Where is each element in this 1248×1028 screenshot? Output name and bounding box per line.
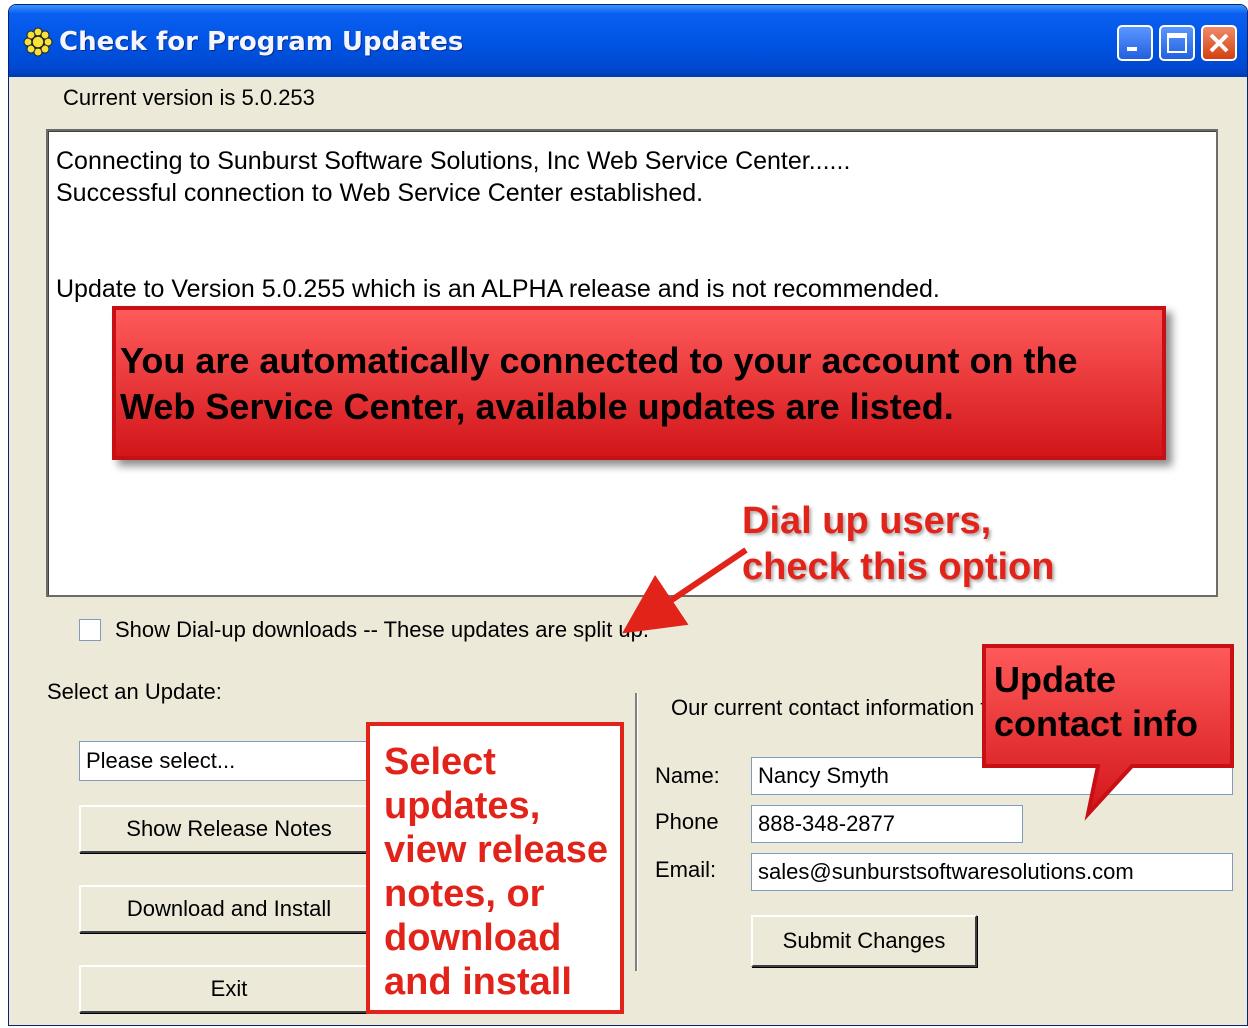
- name-value: Nancy Smyth: [758, 763, 889, 788]
- maximize-button[interactable]: [1159, 25, 1195, 61]
- dialup-checkbox[interactable]: [79, 619, 101, 641]
- update-contact-annotation: Update contact info: [994, 659, 1198, 744]
- log-line: Update to Version 5.0.255 which is an AL…: [56, 275, 940, 303]
- annotation-arrow-icon: [622, 547, 748, 634]
- maximize-icon: [1167, 33, 1187, 53]
- select-updates-callout-text: Select updates, view release notes, or d…: [384, 741, 608, 1003]
- name-label: Name:: [655, 763, 720, 788]
- phone-label: Phone: [655, 809, 719, 834]
- log-line: Successful connection to Web Service Cen…: [56, 179, 704, 207]
- update-select-value: Please select...: [86, 748, 236, 773]
- log-line: Connecting to Sunburst Software Solution…: [56, 147, 851, 175]
- select-updates-callout: Select updates, view release notes, or d…: [366, 722, 624, 1014]
- close-icon: [1209, 33, 1229, 53]
- dialup-annotation: Dial up users, check this option: [742, 500, 1055, 588]
- download-install-button[interactable]: Download and Install: [79, 885, 379, 933]
- close-button[interactable]: [1201, 25, 1237, 61]
- submit-changes-button[interactable]: Submit Changes: [751, 915, 977, 967]
- connected-callout-text: You are automatically connected to your …: [120, 340, 1078, 427]
- phone-value: 888-348-2877: [758, 811, 896, 836]
- email-label: Email:: [655, 857, 717, 882]
- update-window: Check for Program Updates Current versio…: [8, 4, 1248, 1026]
- dialup-checkbox-label[interactable]: Show Dial-up downloads -- These updates …: [115, 617, 649, 643]
- gear-sun-icon: [23, 27, 53, 57]
- title-bar[interactable]: Check for Program Updates: [9, 5, 1247, 77]
- email-value: sales@sunburstsoftwaresolutions.com: [758, 859, 1134, 884]
- window-title: Check for Program Updates: [59, 27, 464, 57]
- connected-callout: You are automatically connected to your …: [112, 306, 1166, 460]
- section-divider: [635, 693, 638, 971]
- select-update-label: Select an Update:: [47, 679, 222, 704]
- email-field[interactable]: sales@sunburstsoftwaresolutions.com: [751, 853, 1233, 891]
- minimize-icon: [1127, 47, 1137, 51]
- exit-button[interactable]: Exit: [79, 965, 379, 1013]
- show-release-notes-button[interactable]: Show Release Notes: [79, 805, 379, 853]
- update-select[interactable]: Please select...: [79, 741, 399, 781]
- contact-heading: Our current contact information fo: [671, 695, 999, 720]
- minimize-button[interactable]: [1117, 25, 1153, 61]
- current-version-label: Current version is 5.0.253: [63, 85, 315, 110]
